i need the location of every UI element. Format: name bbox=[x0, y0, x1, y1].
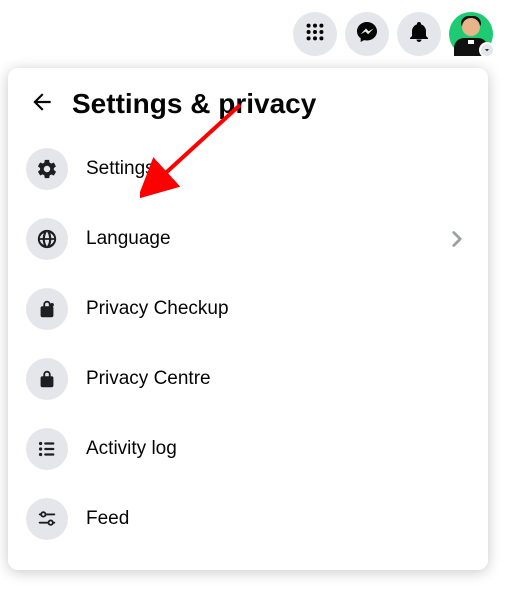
avatar-head bbox=[462, 18, 480, 36]
menu-label-privacy-checkup: Privacy Checkup bbox=[86, 298, 470, 320]
top-icon-bar bbox=[293, 12, 493, 56]
menu-label-privacy-centre: Privacy Centre bbox=[86, 368, 470, 390]
menu-item-language[interactable]: Language bbox=[18, 208, 478, 270]
menu-item-privacy-centre[interactable]: Privacy Centre bbox=[18, 348, 478, 410]
lock-icon bbox=[26, 358, 68, 400]
back-button[interactable] bbox=[26, 88, 58, 120]
menu-label-language: Language bbox=[86, 228, 426, 250]
panel-header: Settings & privacy bbox=[18, 84, 478, 138]
menu-label-settings: Settings bbox=[86, 158, 470, 180]
menu-label-feed: Feed bbox=[86, 508, 470, 530]
notifications-button[interactable] bbox=[397, 12, 441, 56]
gear-icon bbox=[26, 148, 68, 190]
arrow-left-icon bbox=[29, 89, 55, 120]
menu-item-privacy-checkup[interactable]: Privacy Checkup bbox=[18, 278, 478, 340]
apps-menu-button[interactable] bbox=[293, 12, 337, 56]
sliders-icon bbox=[26, 498, 68, 540]
messenger-icon bbox=[355, 20, 379, 49]
bell-icon bbox=[407, 20, 431, 49]
account-avatar-button[interactable] bbox=[449, 12, 493, 56]
menu-item-settings[interactable]: Settings bbox=[18, 138, 478, 200]
menu-label-activity-log: Activity log bbox=[86, 438, 470, 460]
menu-item-feed[interactable]: Feed bbox=[18, 488, 478, 550]
messenger-button[interactable] bbox=[345, 12, 389, 56]
list-icon bbox=[26, 428, 68, 470]
avatar-chevron-badge bbox=[479, 42, 495, 58]
chevron-right-icon bbox=[444, 226, 470, 252]
settings-privacy-panel: Settings & privacy Settings Language Pri… bbox=[8, 68, 488, 570]
panel-title: Settings & privacy bbox=[72, 88, 316, 120]
globe-icon bbox=[26, 218, 68, 260]
apps-grid-icon bbox=[304, 21, 326, 48]
menu-item-activity-log[interactable]: Activity log bbox=[18, 418, 478, 480]
avatar-bow bbox=[468, 40, 474, 44]
lock-heart-icon bbox=[26, 288, 68, 330]
